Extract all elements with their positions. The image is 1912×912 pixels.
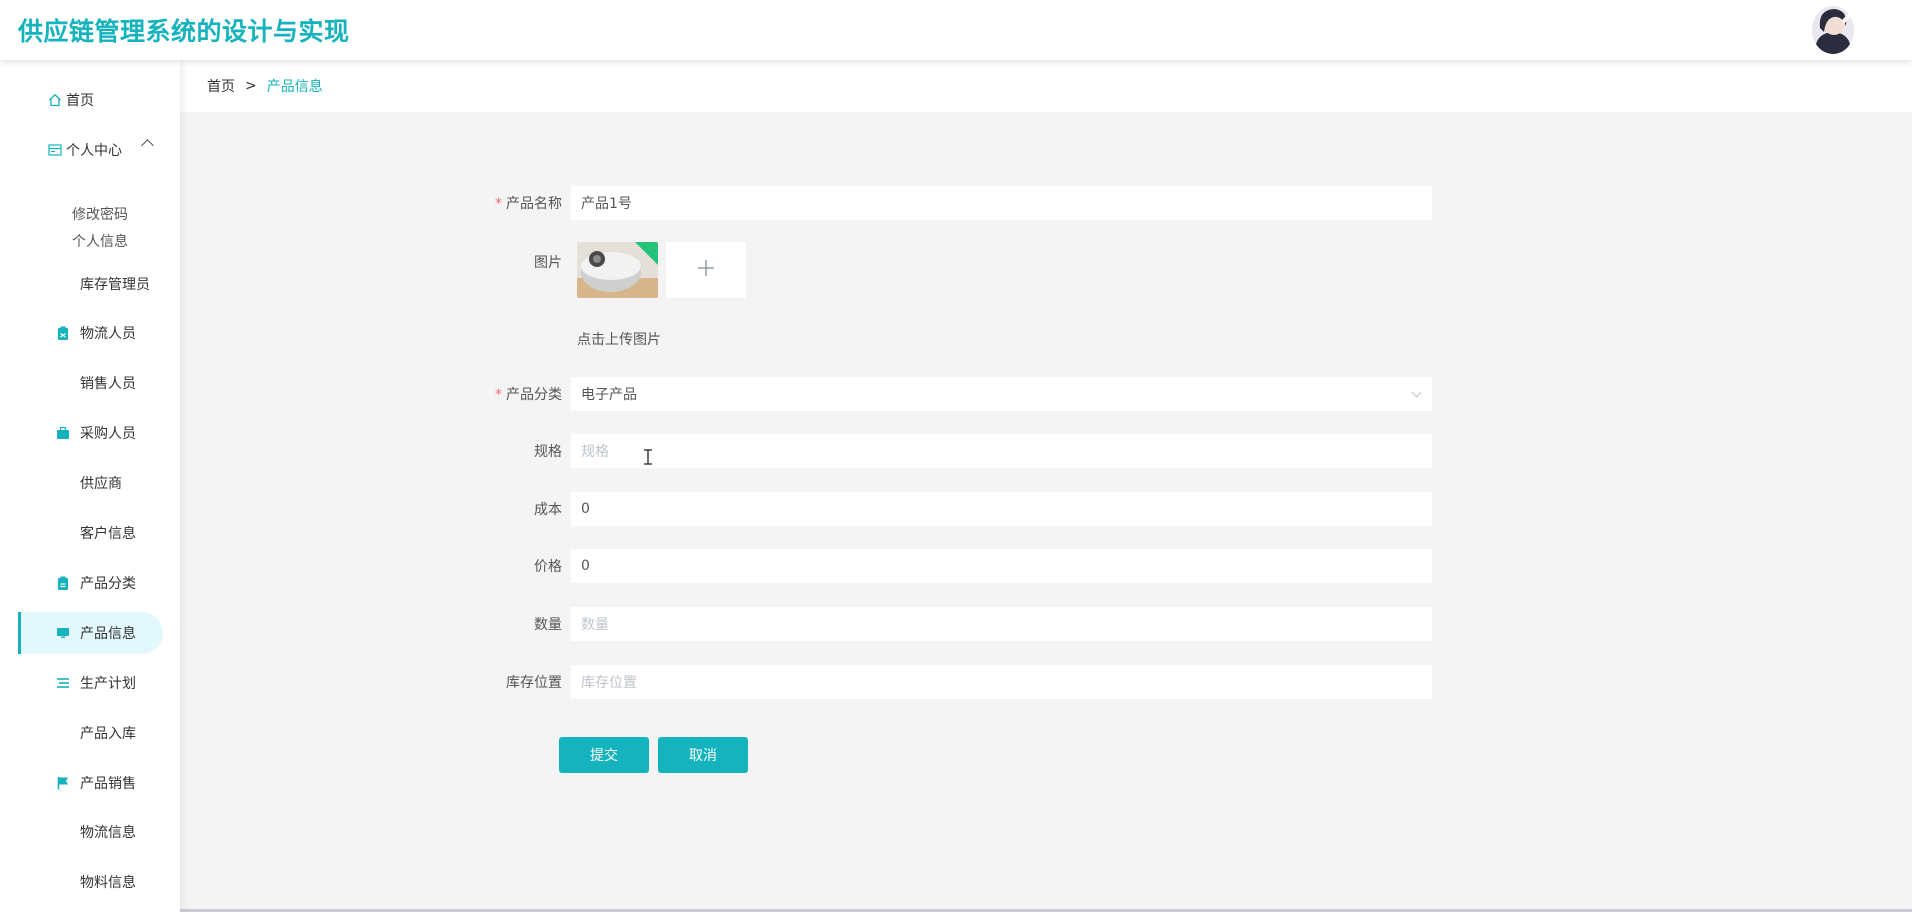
sidebar-item-label: 首页 <box>66 93 94 109</box>
quantity-input[interactable]: 数量 <box>570 606 1433 642</box>
grid-icon <box>56 726 70 740</box>
breadcrumb: 首页 > 产品信息 <box>180 60 1912 112</box>
list-icon <box>56 676 70 690</box>
sidebar-item-customer-info[interactable]: 客户信息 <box>0 512 180 554</box>
sidebar-item-home[interactable]: 首页 <box>0 79 180 121</box>
price-label: 价格 <box>534 559 562 575</box>
image-label: 图片 <box>534 255 562 271</box>
grid-icon <box>56 825 70 839</box>
sidebar-item-label: 销售人员 <box>80 376 136 392</box>
breadcrumb-separator: > <box>245 78 257 94</box>
clipboard-icon <box>56 576 70 590</box>
category-select[interactable]: 电子产品 <box>570 376 1433 412</box>
grid-icon <box>56 277 70 291</box>
required-star: * <box>495 196 502 212</box>
sidebar-item-label: 产品分类 <box>80 576 136 592</box>
sidebar-item-personal-center[interactable]: 个人中心 <box>0 129 180 171</box>
form-row-quantity: 数量 数量 <box>430 606 1440 642</box>
product-image-thumbnail[interactable] <box>577 242 658 298</box>
sidebar-item-logistics-staff[interactable]: 物流人员 <box>0 312 180 354</box>
grid-icon <box>56 875 70 889</box>
cancel-button[interactable]: 取消 <box>658 737 748 773</box>
sidebar-item-production-plan[interactable]: 生产计划 <box>0 662 180 704</box>
price-input[interactable]: 0 <box>570 548 1433 584</box>
submit-button[interactable]: 提交 <box>559 737 649 773</box>
spec-input[interactable]: 规格 <box>570 433 1433 469</box>
sidebar-item-purchasing-staff[interactable]: 采购人员 <box>0 412 180 454</box>
grid-icon <box>56 476 70 490</box>
sidebar-item-product-category[interactable]: 产品分类 <box>0 562 180 604</box>
sidebar-item-sales-staff[interactable]: 销售人员 <box>0 362 180 404</box>
sidebar-item-supplier[interactable]: 供应商 <box>0 462 180 504</box>
grid-icon <box>56 526 70 540</box>
location-label: 库存位置 <box>506 675 562 691</box>
grid-icon <box>56 376 70 390</box>
sidebar-item-logistics-info[interactable]: 物流信息 <box>0 811 180 853</box>
sidebar-item-inventory-manager[interactable]: 库存管理员 <box>0 263 180 305</box>
breadcrumb-home[interactable]: 首页 <box>207 76 235 96</box>
form-row-cost: 成本 0 <box>430 491 1440 527</box>
text-cursor-icon <box>643 449 653 465</box>
sidebar-item-product-sales[interactable]: 产品销售 <box>0 762 180 804</box>
app-title: 供应链管理系统的设计与实现 <box>18 17 350 46</box>
sidebar-item-label: 产品入库 <box>80 726 136 742</box>
flag-icon <box>56 776 70 790</box>
upload-hint: 点击上传图片 <box>577 332 661 348</box>
home-icon <box>48 93 62 107</box>
cost-input[interactable]: 0 <box>570 491 1433 527</box>
product-name-label: * 产品名称 <box>495 196 562 212</box>
form-row-category: * 产品分类 电子产品 <box>430 376 1440 412</box>
sidebar-item-label: 供应商 <box>80 476 122 492</box>
sidebar-item-product-storage[interactable]: 产品入库 <box>0 712 180 754</box>
sidebar-item-label: 客户信息 <box>80 526 136 542</box>
required-star: * <box>495 387 502 403</box>
upload-image-button[interactable] <box>666 242 746 298</box>
top-bar: 供应链管理系统的设计与实现 <box>0 0 1912 60</box>
clipboard-icon <box>56 326 70 340</box>
form-row-product-name: * 产品名称 产品1号 <box>430 185 1440 221</box>
spec-label: 规格 <box>534 444 562 460</box>
sidebar-item-label: 物料信息 <box>80 875 136 891</box>
form-row-spec: 规格 规格 <box>430 433 1440 469</box>
sidebar-item-product-info[interactable]: 产品信息 <box>0 612 180 654</box>
sidebar-item-label: 产品销售 <box>80 776 136 792</box>
chevron-up-icon <box>141 139 154 152</box>
avatar[interactable] <box>1812 6 1854 54</box>
product-name-input[interactable]: 产品1号 <box>570 185 1433 221</box>
sidebar-item-label: 产品信息 <box>80 626 136 642</box>
category-label: * 产品分类 <box>495 387 562 403</box>
form-row-price: 价格 0 <box>430 548 1440 584</box>
quantity-label: 数量 <box>534 617 562 633</box>
location-input[interactable]: 库存位置 <box>570 664 1433 700</box>
cost-label: 成本 <box>534 502 562 518</box>
sidebar-item-label: 库存管理员 <box>80 277 150 293</box>
sidebar-item-label: 采购人员 <box>80 426 136 442</box>
sidebar-item-label: 生产计划 <box>80 676 136 692</box>
sidebar-item-label: 个人中心 <box>66 143 122 159</box>
sidebar-subitem-change-password[interactable]: 修改密码 <box>72 204 128 224</box>
form-row-location: 库存位置 库存位置 <box>430 664 1440 700</box>
briefcase-icon <box>56 426 70 440</box>
plus-icon <box>696 258 716 282</box>
breadcrumb-current: 产品信息 <box>266 79 323 95</box>
monitor-icon <box>56 626 70 640</box>
sidebar-item-label: 物流人员 <box>80 326 136 342</box>
chevron-down-icon <box>1411 387 1422 398</box>
card-icon <box>48 143 62 157</box>
sidebar: 首页 个人中心 修改密码 个人信息 库存管理员 物流人员 销售人员 采购人员 供… <box>0 60 180 912</box>
sidebar-item-label: 物流信息 <box>80 825 136 841</box>
sidebar-subitem-personal-info[interactable]: 个人信息 <box>72 231 128 251</box>
sidebar-item-material-info[interactable]: 物料信息 <box>0 861 180 903</box>
